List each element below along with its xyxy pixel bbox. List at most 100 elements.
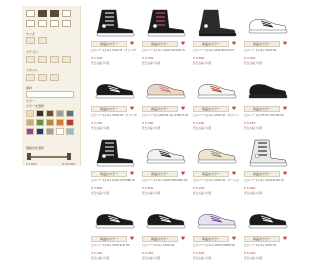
- size-cell[interactable]: [26, 20, 35, 27]
- heart-icon[interactable]: ♥: [129, 171, 135, 177]
- heart-icon[interactable]: ♥: [282, 106, 288, 112]
- heart-icon[interactable]: ♥: [180, 236, 186, 242]
- color-options-button[interactable]: 商品のカラー: [193, 41, 229, 47]
- category-option[interactable]: [26, 56, 35, 63]
- color-options-button[interactable]: 商品のカラー: [142, 41, 178, 47]
- product-image[interactable]: [143, 138, 186, 168]
- color-swatch[interactable]: [56, 128, 64, 135]
- heart-icon[interactable]: ♥: [231, 171, 237, 177]
- product-name[interactable]: [コンバース] ALL STAR OX（ブラック）: [91, 114, 137, 117]
- color-swatch[interactable]: [36, 128, 44, 135]
- heart-icon[interactable]: ♥: [231, 41, 237, 47]
- color-options-button[interactable]: 商品のカラー: [193, 106, 229, 112]
- color-swatch[interactable]: [26, 128, 34, 135]
- color-options-button[interactable]: 商品のカラー: [244, 236, 280, 242]
- product-card[interactable]: 商品のカラー ♥ [コンバース] ALL STAR PLAID HI ¥ 5,980 翌…: [241, 136, 292, 201]
- product-name[interactable]: [コンバース] ALL STAR OX: [244, 244, 290, 247]
- product-card[interactable]: 商品のカラー ♥ [コンバース] ALL STAR OX ¥ 5,250 翌日お届け可能: [139, 201, 190, 266]
- product-card[interactable]: 商品のカラー ♥ [コンバース] ALL STAR OX（ブラック） ¥ 5,250 翌…: [88, 71, 139, 136]
- product-name[interactable]: [コンバース] ALL STAR COLORS HI: [142, 49, 188, 52]
- product-card[interactable]: 商品のカラー ♥ [コンバース] ALL STAR LEATHER HI ¥ 5,80…: [88, 136, 139, 201]
- product-image[interactable]: [92, 73, 135, 103]
- price-slider-max-handle[interactable]: [67, 153, 71, 160]
- heart-icon[interactable]: ♥: [129, 106, 135, 112]
- product-name[interactable]: [コンバース] CANVAS ALL STAR FLOWER: [142, 114, 188, 117]
- color-swatch[interactable]: [36, 110, 44, 117]
- color-swatch[interactable]: [46, 119, 54, 126]
- product-name[interactable]: [コンバース] ALL STAR OX: [244, 49, 290, 52]
- product-name[interactable]: [コンバース] ALL STAR STRIPE OX: [193, 244, 239, 247]
- product-card[interactable]: 商品のカラー ♥ [コンバース] ALL STAR OX ¥ 5,250 翌日お届け可能: [241, 201, 292, 266]
- product-card[interactable]: 商品のカラー ♥ [コンバース] ALL STAR STRIPE OX ¥ 5,500…: [190, 201, 241, 266]
- heart-icon[interactable]: ♥: [231, 106, 237, 112]
- product-card[interactable]: 商品のカラー ♥ [コンバース] ALL STAR OX ¥ 4,900 翌日お届け可能: [241, 6, 292, 71]
- color-options-button[interactable]: 商品のカラー: [142, 236, 178, 242]
- product-card[interactable]: 商品のカラー ♥ [コンバース] ALL STAR OX（ホワイト） ¥ 5,250 翌…: [190, 71, 241, 136]
- color-swatch[interactable]: [66, 128, 74, 135]
- color-options-button[interactable]: 商品のカラー: [142, 106, 178, 112]
- product-image[interactable]: [92, 138, 135, 168]
- size-option[interactable]: [38, 37, 47, 44]
- category-option[interactable]: [38, 56, 47, 63]
- heart-icon[interactable]: ♥: [180, 106, 186, 112]
- product-card[interactable]: 商品のカラー ♥ [コンバース] CHUCK TAYLOR OX ¥ 5,250 翌日お…: [241, 71, 292, 136]
- product-image[interactable]: [245, 203, 288, 233]
- product-card[interactable]: 商品のカラー ♥ [コンバース] ALL STAR BOOTS HI ¥ 9,800 翌…: [190, 6, 241, 71]
- heart-icon[interactable]: ♥: [231, 236, 237, 242]
- size-cell[interactable]: [38, 20, 47, 27]
- color-swatch[interactable]: [66, 110, 74, 117]
- heart-icon[interactable]: ♥: [180, 41, 186, 47]
- size-cell[interactable]: [62, 20, 71, 27]
- style-option[interactable]: [26, 74, 35, 81]
- heart-icon[interactable]: ♥: [282, 236, 288, 242]
- product-image[interactable]: [194, 203, 237, 233]
- price-slider-min-handle[interactable]: [27, 153, 31, 160]
- style-option[interactable]: [50, 74, 59, 81]
- category-option[interactable]: [62, 56, 71, 63]
- category-option[interactable]: [50, 56, 59, 63]
- product-name[interactable]: [コンバース] ALL STAR SLIP OX: [91, 244, 137, 247]
- size-cell[interactable]: [50, 20, 59, 27]
- color-options-button[interactable]: 商品のカラー: [244, 171, 280, 177]
- product-card[interactable]: 商品のカラー ♥ [コンバース] ALL STAR OX（ベージュ） ¥ 5,250 翌…: [190, 136, 241, 201]
- product-image[interactable]: [194, 138, 237, 168]
- product-name[interactable]: [コンバース] ALL STAR PLAID HI: [244, 179, 290, 182]
- size-cell[interactable]: [62, 10, 71, 17]
- product-image[interactable]: [194, 8, 237, 38]
- product-card[interactable]: 商品のカラー ♥ [コンバース] ALL STAR SLIP OX ¥ 5,250 翌日…: [88, 201, 139, 266]
- product-image[interactable]: [245, 73, 288, 103]
- material-select[interactable]: [26, 91, 74, 98]
- color-options-button[interactable]: 商品のカラー: [91, 41, 127, 47]
- color-options-button[interactable]: 商品のカラー: [91, 171, 127, 177]
- color-options-button[interactable]: 商品のカラー: [193, 171, 229, 177]
- price-slider-track[interactable]: [28, 156, 70, 158]
- product-image[interactable]: [92, 8, 135, 38]
- product-image[interactable]: [194, 73, 237, 103]
- size-cell[interactable]: [26, 10, 35, 17]
- product-image[interactable]: [92, 203, 135, 233]
- color-swatch[interactable]: [56, 110, 64, 117]
- product-image[interactable]: [143, 8, 186, 38]
- color-options-button[interactable]: 商品のカラー: [91, 106, 127, 112]
- color-swatch[interactable]: [26, 110, 34, 117]
- color-swatch[interactable]: [36, 119, 44, 126]
- product-name[interactable]: [コンバース] ALL STAR OX（ホワイト）: [193, 114, 239, 117]
- product-name[interactable]: [コンバース] ALL STAR OX: [142, 244, 188, 247]
- product-name[interactable]: [コンバース] ALL STAR OX（ベージュ）: [193, 179, 239, 182]
- style-option[interactable]: [38, 74, 47, 81]
- product-card[interactable]: 商品のカラー ♥ [コンバース] CANVAS ALL STAR FLOWER ¥ 5…: [139, 71, 190, 136]
- color-options-button[interactable]: 商品のカラー: [244, 41, 280, 47]
- size-cell[interactable]: [38, 10, 47, 17]
- color-options-button[interactable]: 商品のカラー: [244, 106, 280, 112]
- product-name[interactable]: [コンバース] ALL STAR LEATHER HI: [91, 179, 137, 182]
- heart-icon[interactable]: ♥: [180, 171, 186, 177]
- color-options-button[interactable]: 商品のカラー: [142, 171, 178, 177]
- product-card[interactable]: 商品のカラー ♥ [コンバース] ALL STAR COLORS HI ¥ 6,300…: [139, 6, 190, 71]
- product-card[interactable]: 商品のカラー ♥ [コンバース] ALL STAR HI（ブラック） ¥ 5,500 翌…: [88, 6, 139, 71]
- product-name[interactable]: [コンバース] ALL STAR CHECKER OX: [142, 179, 188, 182]
- size-cell[interactable]: [50, 10, 59, 17]
- color-swatch[interactable]: [66, 119, 74, 126]
- color-options-button[interactable]: 商品のカラー: [91, 236, 127, 242]
- product-image[interactable]: [245, 8, 288, 38]
- color-swatch[interactable]: [46, 128, 54, 135]
